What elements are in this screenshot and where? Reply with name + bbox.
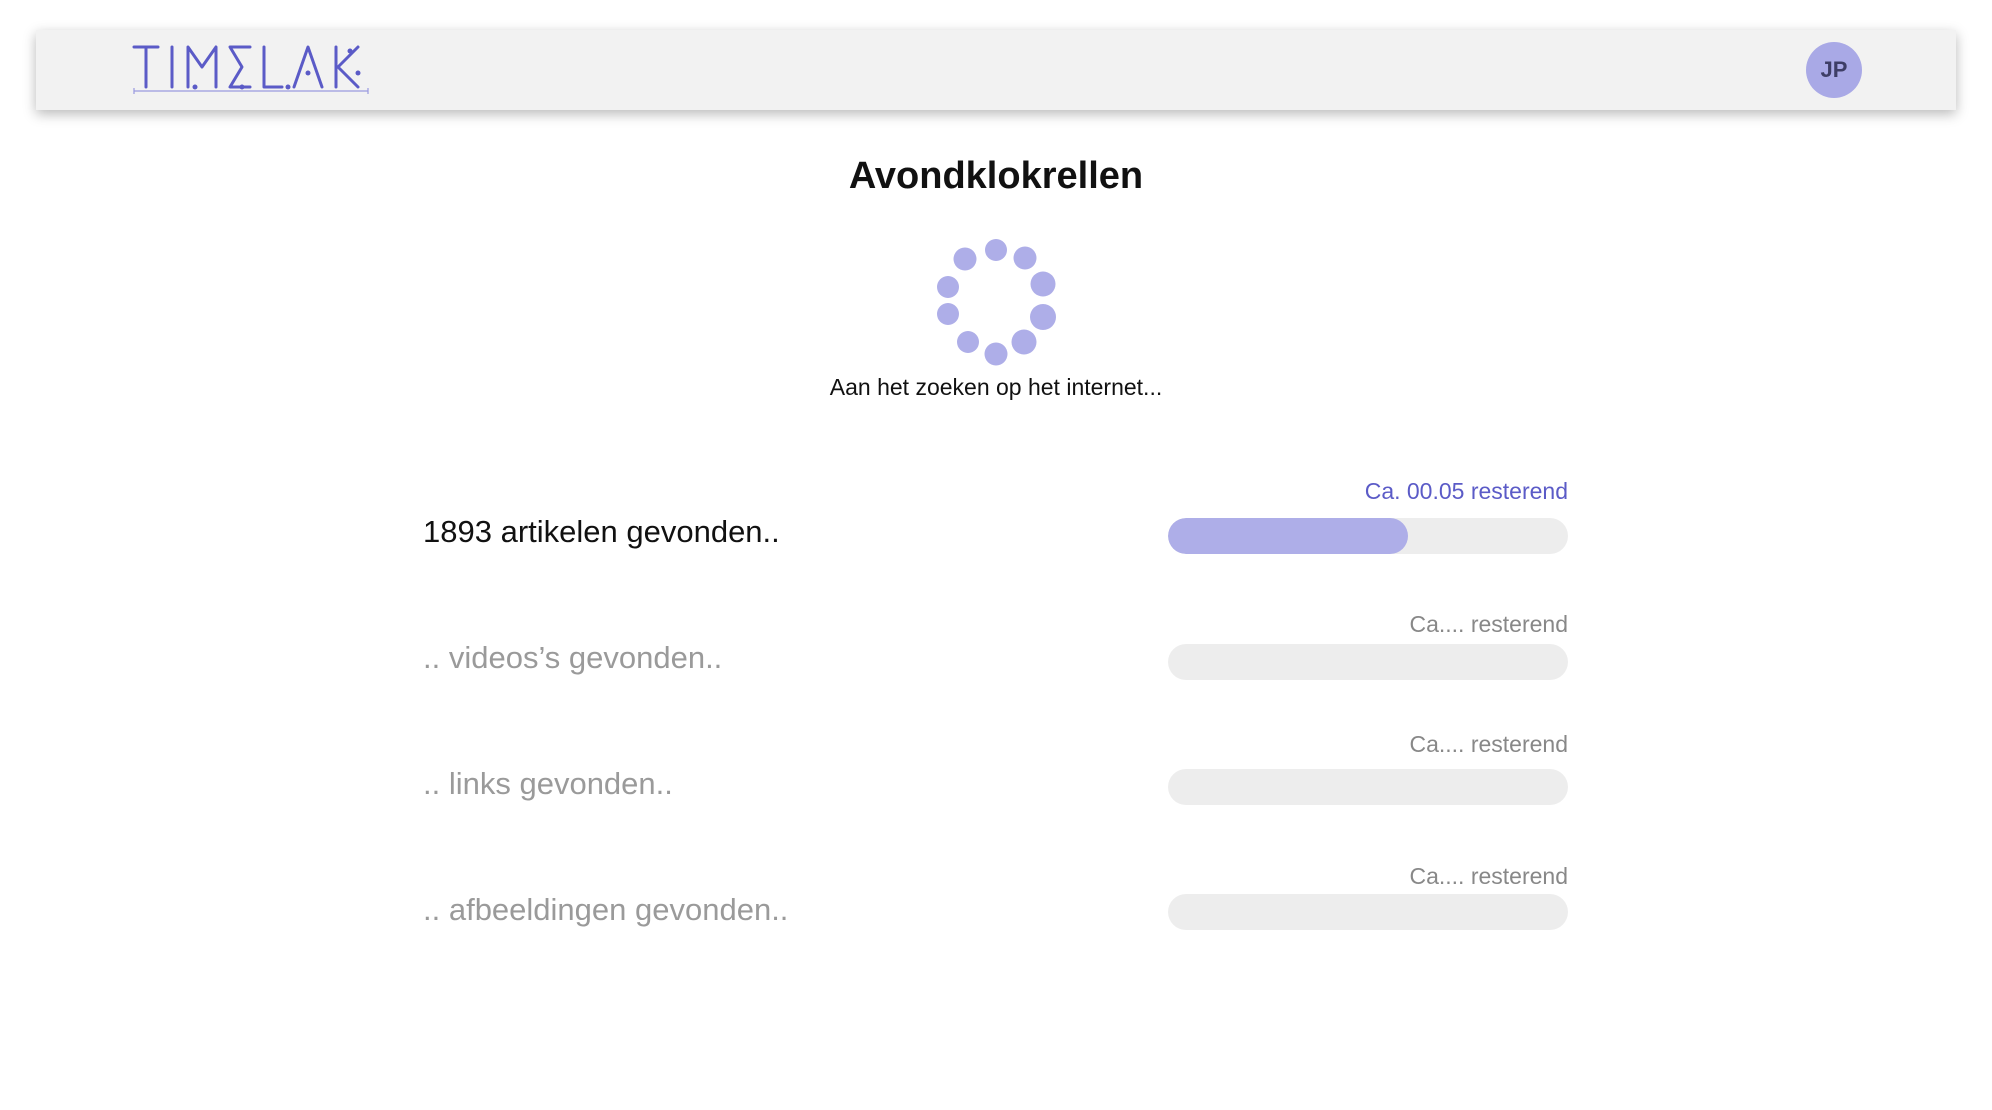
- videos-remaining-time: Ca.... resterend: [1409, 611, 1568, 637]
- articles-progress-bar: [1168, 518, 1568, 554]
- links-remaining-time: Ca.... resterend: [1409, 731, 1568, 757]
- articles-remaining-time: Ca. 00.05 resterend: [1364, 478, 1568, 504]
- loading-spinner-icon: [937, 239, 1056, 366]
- page-title: Avondklokrellen: [848, 155, 1144, 197]
- user-avatar[interactable]: JP: [1806, 42, 1862, 98]
- links-progress-bar: [1168, 769, 1568, 805]
- images-progress-bar: [1168, 894, 1568, 930]
- timelab-logo[interactable]: [132, 43, 372, 95]
- top-bar: JP: [36, 30, 1956, 110]
- videos-progress-bar: [1168, 644, 1568, 680]
- videos-found-label: .. videos’s gevonden..: [423, 640, 723, 675]
- images-remaining-time: Ca.... resterend: [1409, 863, 1568, 889]
- images-found-label: .. afbeeldingen gevonden..: [423, 892, 789, 927]
- search-status-text: Aan het zoeken op het internet...: [829, 374, 1163, 400]
- links-found-label: .. links gevonden..: [423, 766, 673, 801]
- articles-found-label: 1893 artikelen gevonden..: [423, 514, 780, 549]
- articles-progress-fill: [1168, 518, 1408, 554]
